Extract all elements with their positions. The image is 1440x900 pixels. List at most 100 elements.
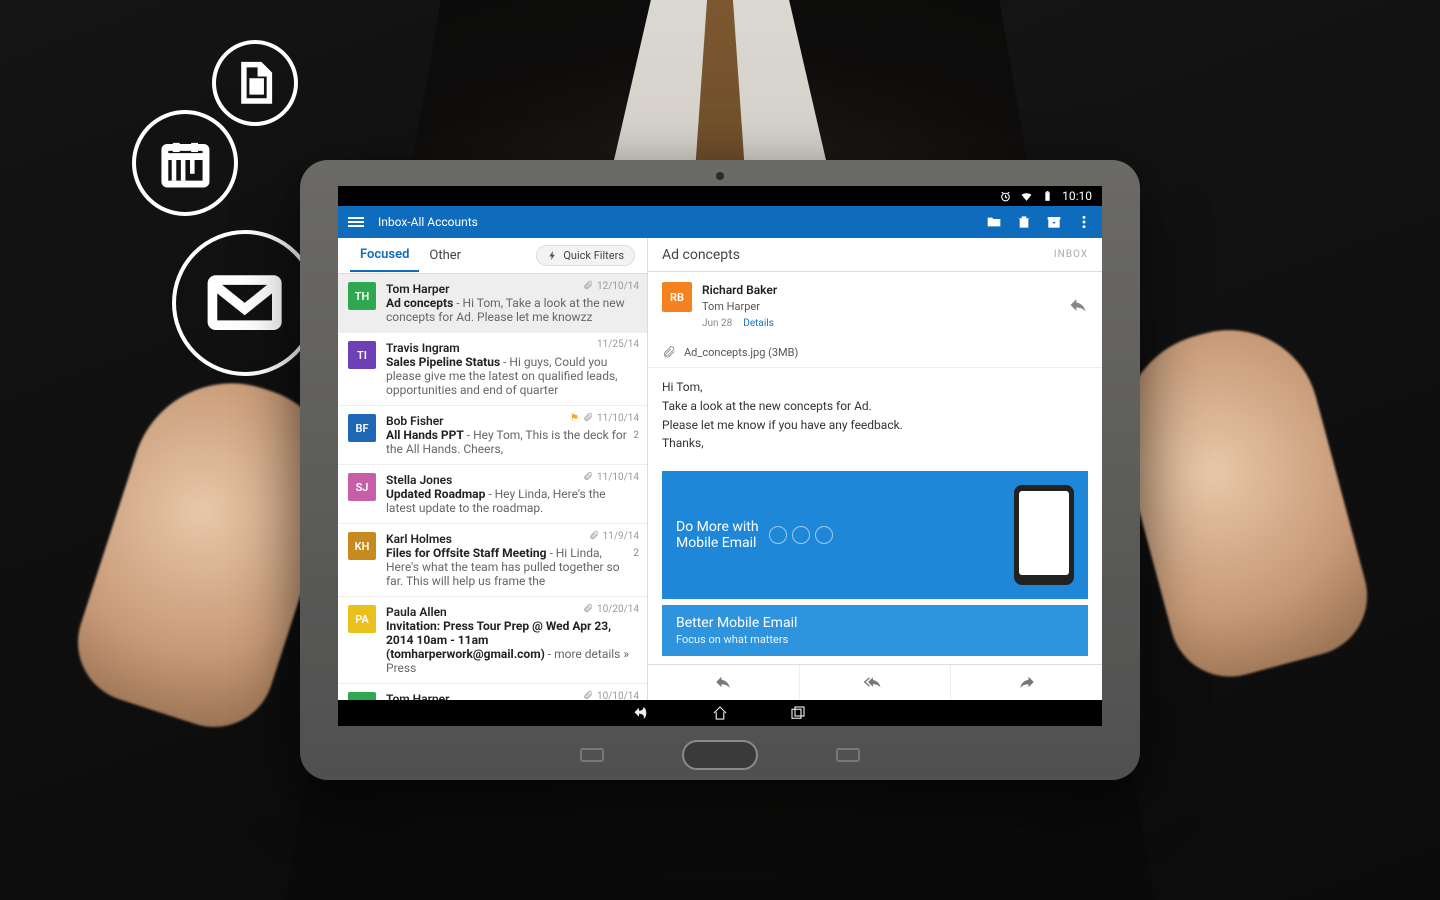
reader-subject: Ad concepts <box>662 247 740 263</box>
attachment-icon <box>583 412 593 425</box>
folder-label: INBOX <box>1054 249 1088 260</box>
inbox-title: Inbox-All Accounts <box>378 215 478 229</box>
document-icon <box>212 40 298 126</box>
home-button[interactable] <box>711 704 729 722</box>
reader-header: Ad concepts INBOX <box>648 238 1102 272</box>
tablet-home-button[interactable] <box>682 740 758 770</box>
reader-action-bar <box>648 664 1102 700</box>
avatar: SJ <box>348 473 376 501</box>
avatar: KH <box>348 532 376 560</box>
reader-from-block: RB Richard Baker Tom Harper Jun 28 Detai… <box>648 272 1102 341</box>
avatar: TH <box>348 692 376 700</box>
attachment-icon <box>583 690 593 700</box>
email-subject: All Hands PPT <box>386 428 464 442</box>
promo-text: Do More with <box>676 519 759 535</box>
email-meta: 12/10/14 <box>583 280 639 293</box>
back-button[interactable] <box>633 704 651 722</box>
phone-illustration <box>1014 485 1074 585</box>
promo-mini-icons <box>769 526 833 544</box>
folder-icon[interactable] <box>986 214 1002 230</box>
email-list[interactable]: THTom HarperAd concepts - Hi Tom, Take a… <box>338 274 647 700</box>
attachment-icon <box>583 471 593 484</box>
sender-avatar: RB <box>662 282 692 312</box>
body-line: Please let me know if you have any feedb… <box>662 416 1088 435</box>
battery-icon <box>1041 190 1054 203</box>
email-item[interactable]: THTom HarperAd concepts - Hi Tom, Take a… <box>338 274 647 333</box>
promo-text: Mobile Email <box>676 535 759 551</box>
sender-name: Richard Baker <box>702 282 777 299</box>
tablet-device: 10:10 Inbox-All Accounts Focused Other <box>300 160 1140 780</box>
promo-card-2: Better Mobile Email Focus on what matter… <box>662 605 1088 656</box>
email-subject: Updated Roadmap <box>386 487 485 501</box>
email-meta: 11/10/14 <box>583 471 639 484</box>
details-link[interactable]: Details <box>743 318 774 329</box>
body-line: Thanks, <box>662 434 1088 453</box>
app-header: Inbox-All Accounts <box>338 206 1102 238</box>
recents-button[interactable] <box>789 704 807 722</box>
wifi-icon <box>1020 190 1033 203</box>
email-subject: Ad concepts <box>386 296 453 310</box>
quick-filters-button[interactable]: Quick Filters <box>536 245 635 266</box>
lightning-icon <box>547 250 558 261</box>
email-meta: 11/9/142 <box>589 530 639 543</box>
email-meta: 10/10/14 <box>583 690 639 700</box>
email-date: 10/10/14 <box>597 691 639 700</box>
delete-icon[interactable] <box>1016 214 1032 230</box>
avatar: PA <box>348 605 376 633</box>
email-item[interactable]: THTom HarperFwd: Key Customer Tour - FYI… <box>338 684 647 700</box>
tablet-softkey-left <box>580 748 604 762</box>
avatar: BF <box>348 414 376 442</box>
avatar: TH <box>348 282 376 310</box>
reply-action[interactable] <box>648 665 800 700</box>
flag-icon: ⚑ <box>570 413 579 424</box>
forward-action[interactable] <box>951 665 1102 700</box>
email-subject: Sales Pipeline Status <box>386 355 500 369</box>
attachment-icon <box>589 530 599 543</box>
promo-card-1: Do More with Mobile Email <box>662 471 1088 599</box>
tablet-screen: 10:10 Inbox-All Accounts Focused Other <box>338 186 1102 726</box>
email-date: 12/10/14 <box>597 281 639 292</box>
body-line: Take a look at the new concepts for Ad. <box>662 397 1088 416</box>
attachment-row[interactable]: Ad_concepts.jpg (3MB) <box>648 341 1102 368</box>
email-date: 11/9/14 <box>603 531 639 542</box>
reply-all-action[interactable] <box>800 665 952 700</box>
tablet-softkey-right <box>836 748 860 762</box>
attachment-icon <box>583 280 593 293</box>
archive-icon[interactable] <box>1046 214 1062 230</box>
paperclip-icon <box>662 345 676 359</box>
reader-pane: Ad concepts INBOX RB Richard Baker Tom H… <box>648 238 1102 700</box>
email-date: 11/10/14 <box>597 413 639 424</box>
body-line: Hi Tom, <box>662 378 1088 397</box>
alarm-icon <box>999 190 1012 203</box>
email-item[interactable]: PAPaula AllenInvitation: Press Tour Prep… <box>338 597 647 684</box>
email-meta: 10/20/14 <box>583 603 639 616</box>
attachment-name: Ad_concepts.jpg (3MB) <box>684 346 798 359</box>
tab-focused[interactable]: Focused <box>350 239 419 272</box>
tablet-camera <box>716 172 724 180</box>
email-list-pane: Focused Other Quick Filters THTom Harper… <box>338 238 648 700</box>
email-date: Jun 28 <box>702 318 732 329</box>
calendar-icon <box>132 110 238 216</box>
email-item[interactable]: BFBob FisherAll Hands PPT - Hey Tom, Thi… <box>338 406 647 465</box>
email-meta: ⚑11/10/142 <box>570 412 639 425</box>
tab-other[interactable]: Other <box>419 240 471 271</box>
email-item[interactable]: TITravis IngramSales Pipeline Status - H… <box>338 333 647 406</box>
email-meta: 11/25/14 <box>597 339 639 350</box>
tabs-row: Focused Other Quick Filters <box>338 238 647 274</box>
email-item[interactable]: KHKarl HolmesFiles for Offsite Staff Mee… <box>338 524 647 597</box>
avatar: TI <box>348 341 376 369</box>
recipient-name: Tom Harper <box>702 299 777 314</box>
android-status-bar: 10:10 <box>338 186 1102 206</box>
promo-area: Do More with Mobile Email Better Mobile … <box>662 471 1088 656</box>
message-body: Hi Tom, Take a look at the new concepts … <box>648 368 1102 462</box>
mail-icon <box>172 230 318 376</box>
email-date: 11/25/14 <box>597 339 639 350</box>
status-time: 10:10 <box>1062 189 1092 203</box>
email-date: 11/10/14 <box>597 472 639 483</box>
quick-filters-label: Quick Filters <box>563 249 624 262</box>
menu-button[interactable] <box>348 217 364 227</box>
overflow-icon[interactable] <box>1076 214 1092 230</box>
promo-text: Better Mobile Email <box>676 615 797 631</box>
email-item[interactable]: SJStella JonesUpdated Roadmap - Hey Lind… <box>338 465 647 524</box>
reply-button[interactable] <box>1068 295 1088 318</box>
